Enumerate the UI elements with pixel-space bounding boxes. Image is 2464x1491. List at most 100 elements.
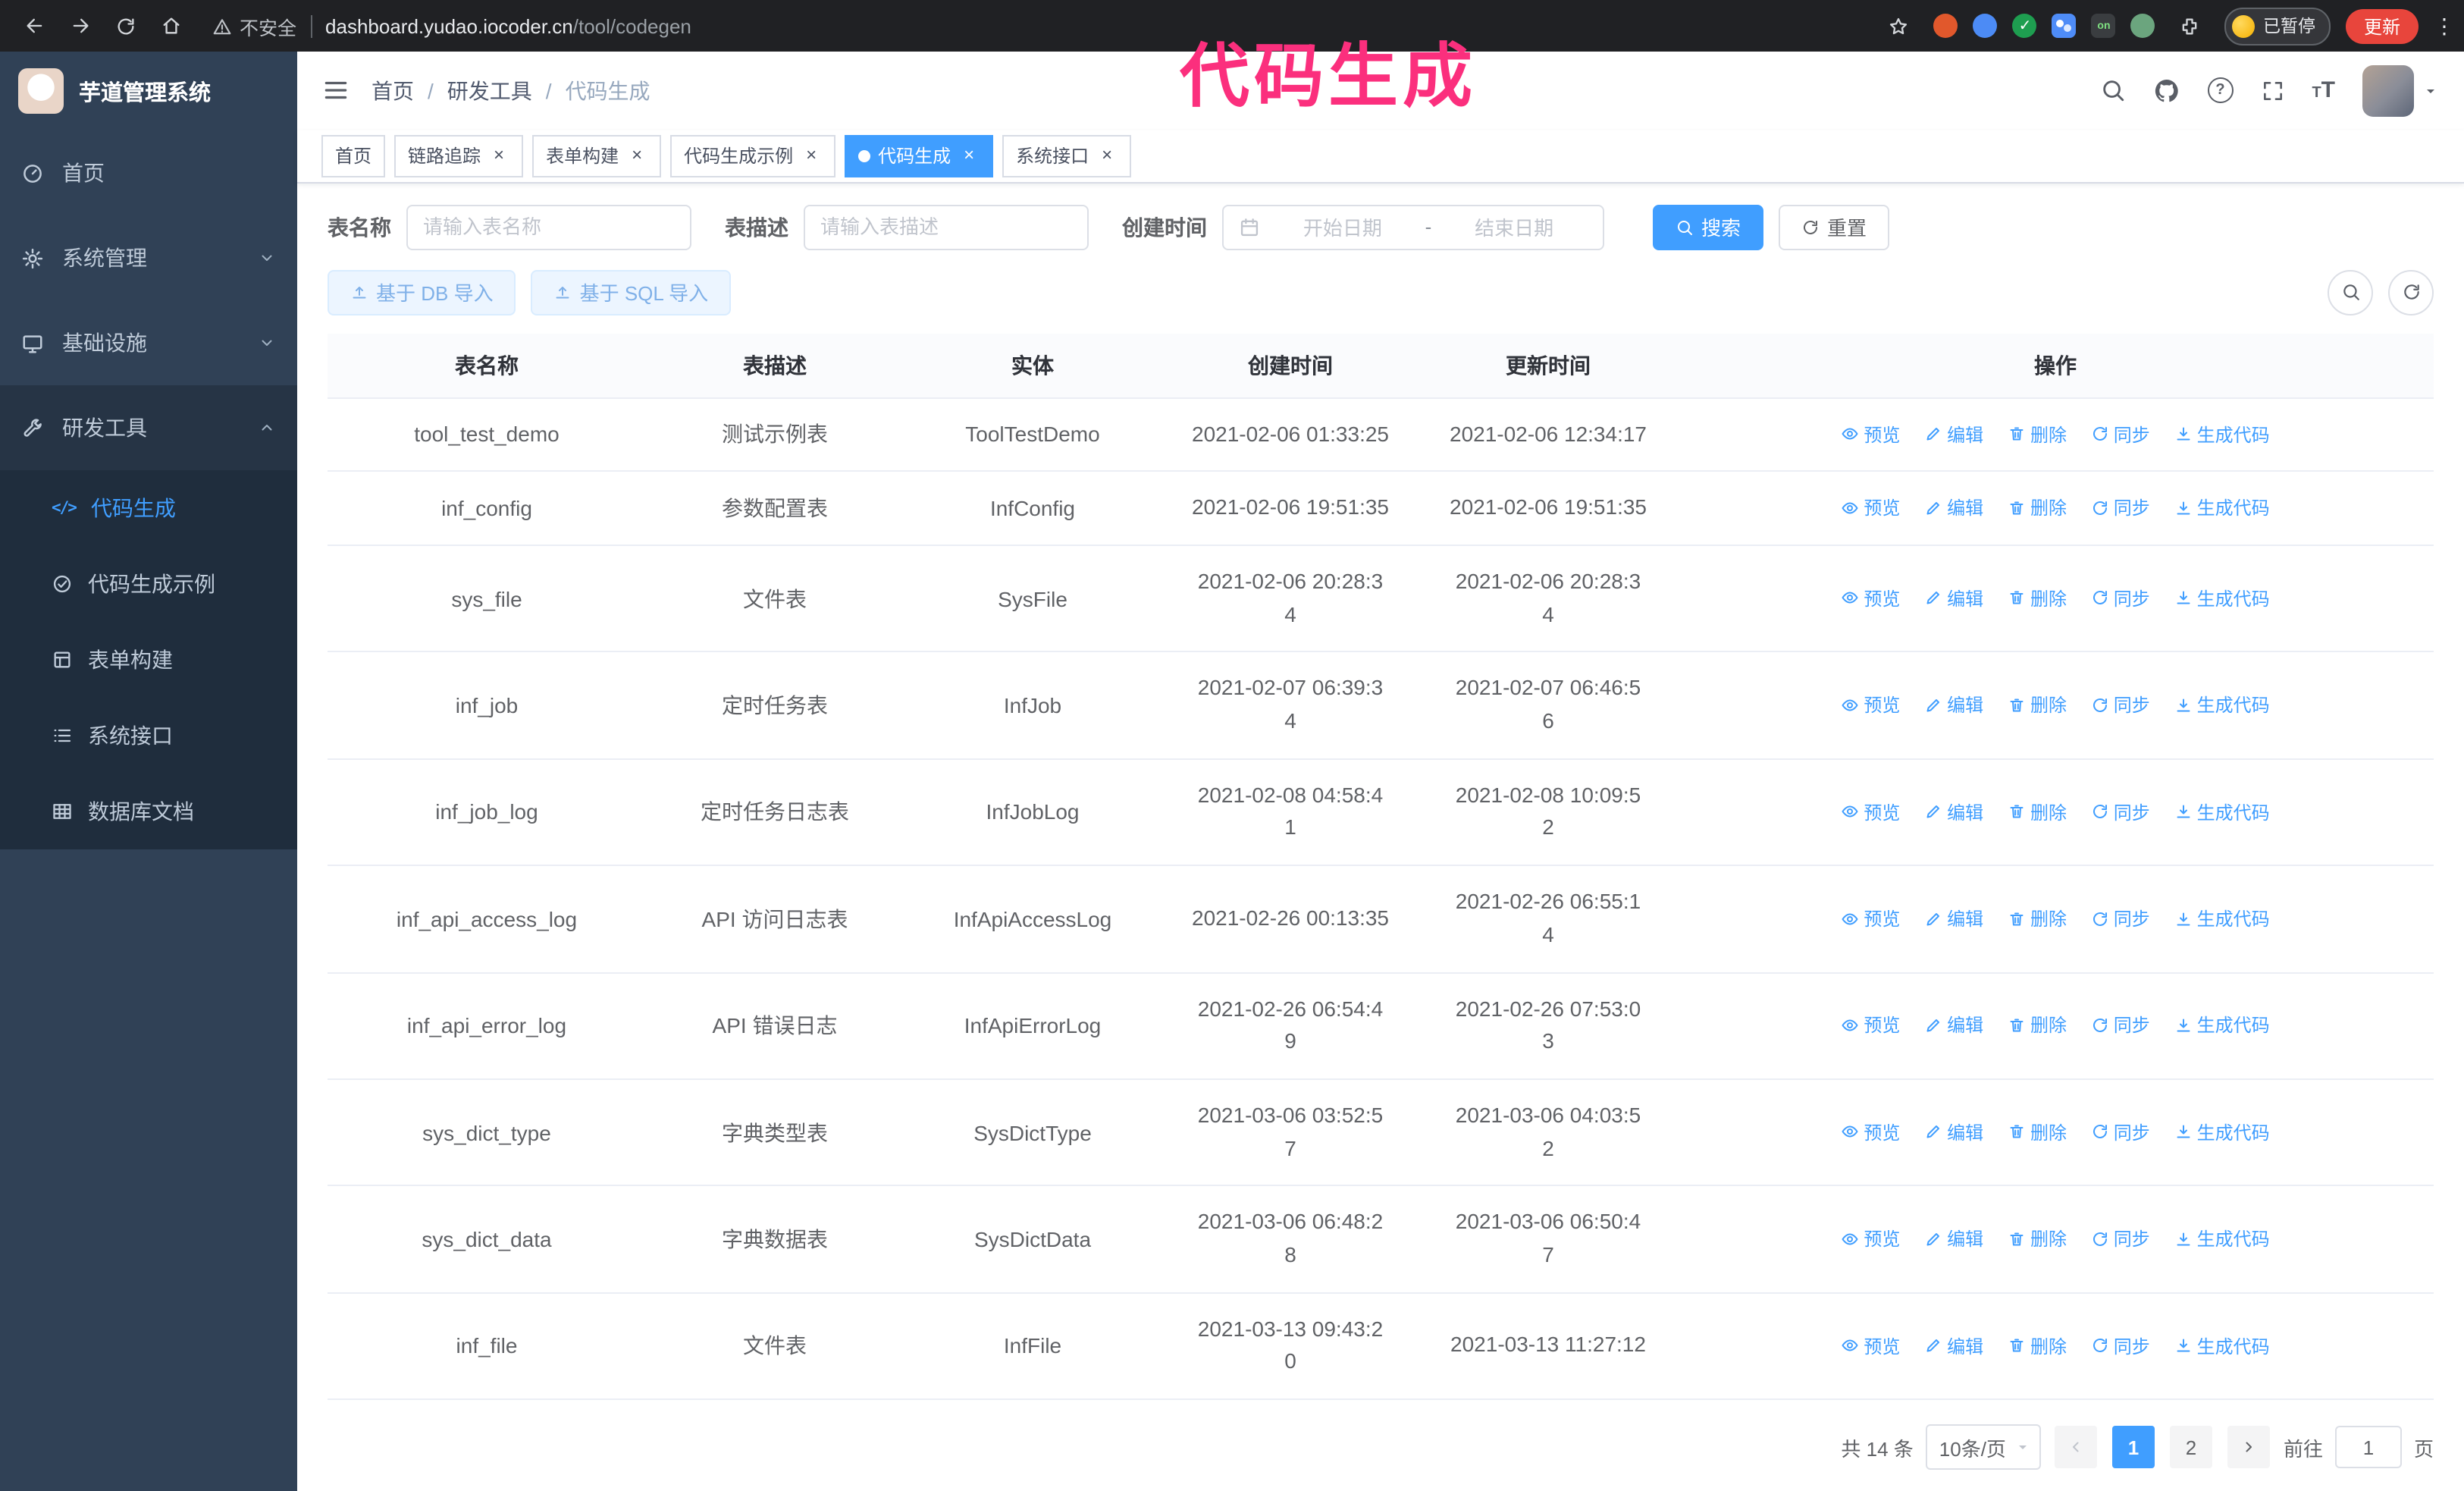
import-sql-button[interactable]: 基于 SQL 导入	[531, 269, 732, 315]
edit-link[interactable]: 编辑	[1924, 906, 1983, 931]
extension-icon-people[interactable]	[2052, 14, 2077, 38]
sync-link[interactable]: 同步	[2091, 421, 2150, 447]
edit-link[interactable]: 编辑	[1924, 1226, 1983, 1251]
header-search-button[interactable]	[2099, 78, 2125, 104]
delete-link[interactable]: 删除	[2008, 1226, 2067, 1251]
bookmark-star-button[interactable]	[1879, 6, 1919, 46]
delete-link[interactable]: 删除	[2008, 1332, 2067, 1358]
browser-address-bar[interactable]: 不安全 dashboard.yudao.iocoder.cn/tool/code…	[212, 11, 1873, 40]
security-warning[interactable]: 不安全	[212, 11, 296, 40]
page-size-select[interactable]: 10条/页	[1925, 1424, 2041, 1470]
font-size-button[interactable]: TT	[2312, 80, 2335, 102]
search-button[interactable]: 搜索	[1653, 204, 1764, 250]
generate-code-link[interactable]: 生成代码	[2174, 585, 2270, 611]
next-page-button[interactable]	[2227, 1426, 2270, 1468]
tab-home[interactable]: 首页	[321, 134, 386, 177]
edit-link[interactable]: 编辑	[1924, 1332, 1983, 1358]
generate-code-link[interactable]: 生成代码	[2174, 692, 2270, 718]
breadcrumb-home[interactable]: 首页	[371, 76, 414, 106]
sync-link[interactable]: 同步	[2091, 906, 2150, 931]
sidebar-item-home[interactable]: 首页	[0, 130, 297, 215]
browser-home-button[interactable]	[152, 6, 191, 46]
preview-link[interactable]: 预览	[1841, 1332, 1900, 1358]
profile-paused-badge[interactable]: 已暂停	[2224, 7, 2331, 45]
edit-link[interactable]: 编辑	[1924, 1119, 1983, 1145]
generate-code-link[interactable]: 生成代码	[2174, 906, 2270, 931]
sync-link[interactable]: 同步	[2091, 692, 2150, 718]
sidebar-item-system-api[interactable]: 系统接口	[0, 698, 297, 774]
prev-page-button[interactable]	[2054, 1426, 2097, 1468]
sync-link[interactable]: 同步	[2091, 585, 2150, 611]
sidebar-item-codegen[interactable]: </> 代码生成	[0, 470, 297, 546]
app-logo[interactable]: 芋道管理系统	[0, 52, 297, 130]
delete-link[interactable]: 删除	[2008, 585, 2067, 611]
edit-link[interactable]: 编辑	[1924, 421, 1983, 447]
refresh-table-button[interactable]	[2388, 269, 2434, 315]
create-time-range-picker[interactable]: 开始日期 - 结束日期	[1222, 204, 1604, 250]
table-name-input[interactable]	[406, 204, 691, 250]
page-button-2[interactable]: 2	[2169, 1426, 2212, 1468]
browser-back-button[interactable]	[15, 6, 55, 46]
tab-codegen-example[interactable]: 代码生成示例 ×	[670, 134, 836, 177]
sidebar-item-codegen-example[interactable]: 代码生成示例	[0, 546, 297, 622]
toggle-search-button[interactable]	[2328, 269, 2373, 315]
browser-menu-kebab[interactable]: ⋮	[2434, 13, 2455, 39]
generate-code-link[interactable]: 生成代码	[2174, 1226, 2270, 1251]
preview-link[interactable]: 预览	[1841, 585, 1900, 611]
edit-link[interactable]: 编辑	[1924, 585, 1983, 611]
extension-icon-check[interactable]: ✓	[2012, 14, 2037, 38]
extension-icon-on[interactable]: on	[2091, 14, 2116, 38]
sidebar-item-form-builder[interactable]: 表单构建	[0, 622, 297, 698]
tab-tracing[interactable]: 链路追踪 ×	[394, 134, 524, 177]
extension-icon-blue[interactable]	[1973, 14, 1998, 38]
tab-form-builder[interactable]: 表单构建 ×	[532, 134, 662, 177]
delete-link[interactable]: 删除	[2008, 1012, 2067, 1038]
goto-page-input[interactable]	[2334, 1426, 2402, 1468]
preview-link[interactable]: 预览	[1841, 421, 1900, 447]
close-icon[interactable]: ×	[488, 144, 509, 166]
preview-link[interactable]: 预览	[1841, 692, 1900, 718]
edit-link[interactable]: 编辑	[1924, 1012, 1983, 1038]
preview-link[interactable]: 预览	[1841, 495, 1900, 521]
sync-link[interactable]: 同步	[2091, 799, 2150, 824]
close-icon[interactable]: ×	[958, 144, 980, 166]
browser-forward-button[interactable]	[61, 6, 100, 46]
breadcrumb-dev-tools[interactable]: 研发工具	[447, 76, 532, 106]
tab-codegen-active[interactable]: 代码生成 ×	[845, 134, 994, 177]
close-icon[interactable]: ×	[626, 144, 647, 166]
generate-code-link[interactable]: 生成代码	[2174, 799, 2270, 824]
generate-code-link[interactable]: 生成代码	[2174, 1332, 2270, 1358]
page-button-1[interactable]: 1	[2111, 1426, 2155, 1468]
extension-icon-orange[interactable]	[1933, 14, 1958, 38]
preview-link[interactable]: 预览	[1841, 1226, 1900, 1251]
generate-code-link[interactable]: 生成代码	[2174, 1012, 2270, 1038]
table-desc-input[interactable]	[804, 204, 1089, 250]
sidebar-item-infrastructure[interactable]: 基础设施	[0, 300, 297, 385]
generate-code-link[interactable]: 生成代码	[2174, 421, 2270, 447]
browser-update-button[interactable]: 更新	[2345, 8, 2419, 43]
preview-link[interactable]: 预览	[1841, 799, 1900, 824]
sidebar-item-database-docs[interactable]: 数据库文档	[0, 774, 297, 849]
user-menu[interactable]	[2362, 64, 2440, 117]
delete-link[interactable]: 删除	[2008, 692, 2067, 718]
browser-reload-button[interactable]	[106, 6, 146, 46]
delete-link[interactable]: 删除	[2008, 1119, 2067, 1145]
sync-link[interactable]: 同步	[2091, 1332, 2150, 1358]
sync-link[interactable]: 同步	[2091, 1119, 2150, 1145]
delete-link[interactable]: 删除	[2008, 495, 2067, 521]
github-link-button[interactable]	[2152, 77, 2180, 105]
fullscreen-button[interactable]	[2260, 79, 2284, 103]
close-icon[interactable]: ×	[1096, 144, 1118, 166]
sync-link[interactable]: 同步	[2091, 1012, 2150, 1038]
sync-link[interactable]: 同步	[2091, 1226, 2150, 1251]
extensions-puzzle-button[interactable]	[2171, 6, 2210, 46]
generate-code-link[interactable]: 生成代码	[2174, 1119, 2270, 1145]
reset-button[interactable]: 重置	[1779, 204, 1890, 250]
edit-link[interactable]: 编辑	[1924, 799, 1983, 824]
sidebar-item-dev-tools[interactable]: 研发工具	[0, 385, 297, 470]
edit-link[interactable]: 编辑	[1924, 495, 1983, 521]
close-icon[interactable]: ×	[801, 144, 822, 166]
preview-link[interactable]: 预览	[1841, 1119, 1900, 1145]
help-button[interactable]: ?	[2207, 77, 2234, 104]
preview-link[interactable]: 预览	[1841, 1012, 1900, 1038]
